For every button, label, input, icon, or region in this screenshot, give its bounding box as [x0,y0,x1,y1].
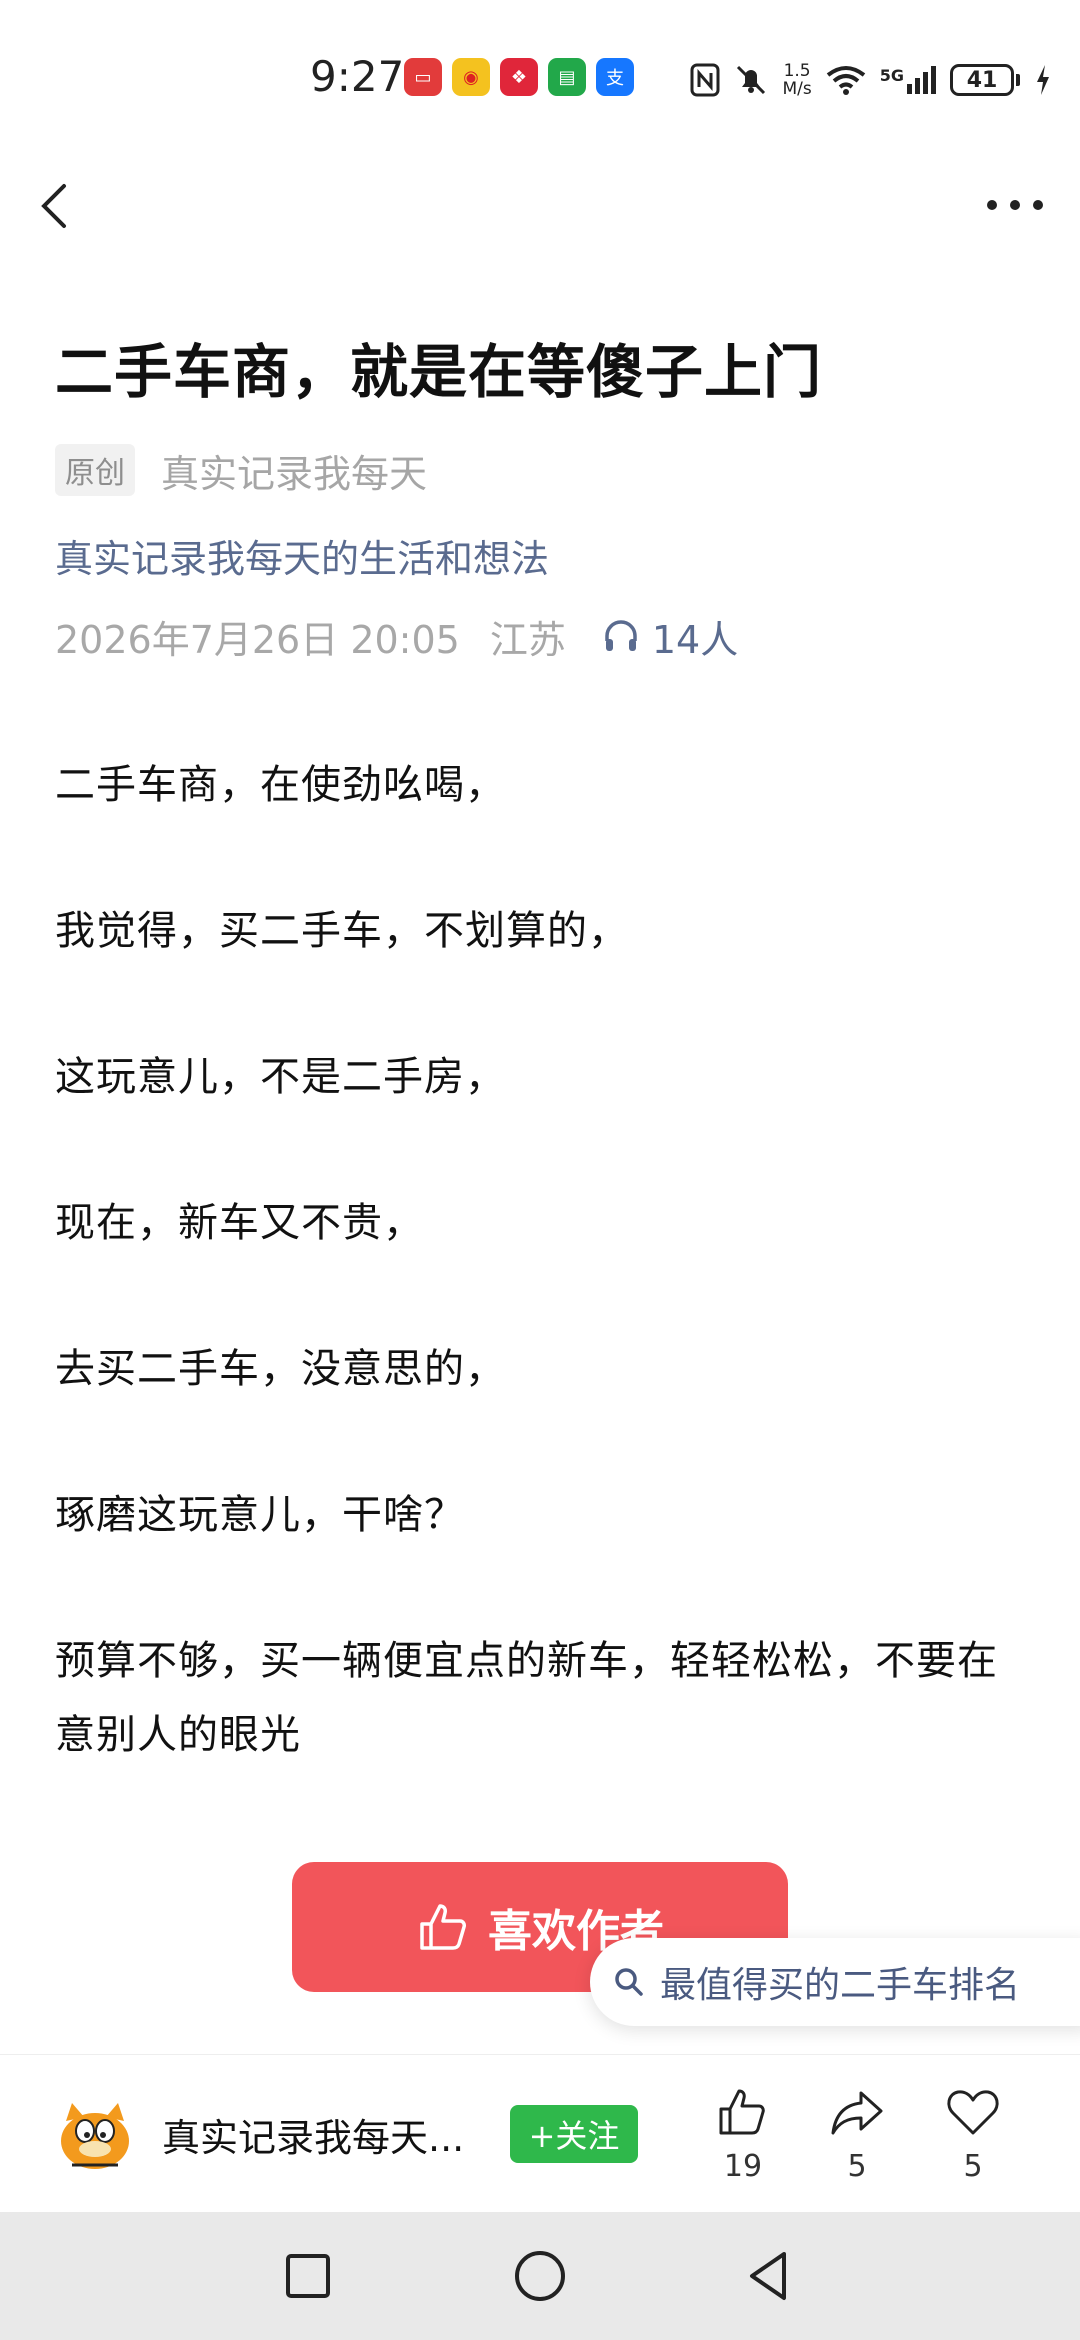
paragraph: 二手车商，在使劲吆喝， [55,762,506,808]
signal-icon: 5G [880,66,936,94]
home-button[interactable] [510,2246,570,2306]
headphones-icon [605,620,637,651]
favorite-count: 5 [963,2149,983,2184]
alipay-icon: 支 [596,58,634,96]
square-icon [286,2254,330,2298]
search-suggestion-text: 最值得买的二手车排名 [660,1965,1021,2006]
search-icon [615,1968,643,1996]
wifi-icon [826,66,865,95]
paragraph: 去买二手车，没意思的， [55,1346,506,1392]
back-button[interactable] [30,170,90,240]
thumbs-up-icon [420,1904,466,1950]
notification-icons: ▭ ◉ ❖ ▤ 支 [404,58,634,102]
battery-icon: 41 [950,64,1014,96]
author-name[interactable]: 真实记录我每天... [162,2107,464,2162]
network-speed: 1.5 M/s [782,61,812,99]
paragraph: 预算不够，买一辆便宜点的新车，轻轻松松，不要在意别人的眼光 [55,1638,998,1758]
like-count: 19 [723,2149,763,2184]
more-dots-icon [987,200,1043,210]
system-nav-bar [0,2212,1080,2340]
heart-icon [947,2090,999,2135]
back-nav-button[interactable] [740,2246,800,2306]
like-action[interactable]: 19 [698,2087,788,2184]
weibo-icon: ◉ [452,58,490,96]
original-tag: 原创 [55,444,135,496]
news-app-icon: ▭ [404,58,442,96]
battery-tip [1016,74,1020,86]
search-suggestion[interactable]: 最值得买的二手车排名 [590,1938,1080,2026]
garfield-avatar-icon [52,2091,138,2177]
author-link[interactable]: 真实记录我每天 [161,443,427,498]
article-body: 二手车商，在使劲吆喝， 我觉得，买二手车，不划算的， 这玩意儿，不是二手房， 现… [55,748,1025,1844]
chevron-left-icon [41,184,66,228]
avatar[interactable] [52,2091,138,2177]
listen-button[interactable]: 14人 [602,609,738,664]
listener-count: 14人 [651,617,739,662]
paragraph: 我觉得，买二手车，不划算的， [55,908,629,954]
follow-button[interactable]: +关注 [510,2105,638,2163]
author-bar: 真实记录我每天... +关注 19 5 5 [0,2054,1080,2213]
thumbs-up-icon [719,2089,765,2135]
account-description[interactable]: 真实记录我每天的生活和想法 [55,528,549,583]
recents-button[interactable] [278,2246,338,2306]
article-title: 二手车商，就是在等傻子上门 [55,338,823,406]
red-app-icon: ❖ [500,58,538,96]
circle-icon [515,2251,565,2301]
status-bar: 9:27 ▭ ◉ ❖ ▤ 支 1.5 M/s 5G 41 [0,0,1080,160]
share-icon [831,2091,883,2135]
location: 江苏 [489,617,566,662]
mute-bell-icon [737,65,766,95]
share-action[interactable]: 5 [812,2087,902,2184]
paragraph: 琢磨这玩意儿，干啥？ [55,1492,465,1538]
paragraph: 现在，新车又不贵， [55,1200,424,1246]
meta-row: 2026年7月26日 20:05 江苏 14人 [55,608,738,664]
triangle-back-icon [750,2252,786,2300]
status-time: 9:27 [310,52,405,101]
green-app-icon: ▤ [548,58,586,96]
share-count: 5 [847,2149,867,2184]
more-button[interactable] [980,185,1050,225]
paragraph: 这玩意儿，不是二手房， [55,1054,506,1100]
nfc-icon [690,63,720,97]
publish-datetime: 2026年7月26日 20:05 [55,617,460,662]
charging-icon [1037,65,1049,95]
system-status: 1.5 M/s 5G 41 [690,55,1052,105]
source-row: 原创 真实记录我每天 [55,442,427,498]
favorite-action[interactable]: 5 [928,2087,1018,2184]
